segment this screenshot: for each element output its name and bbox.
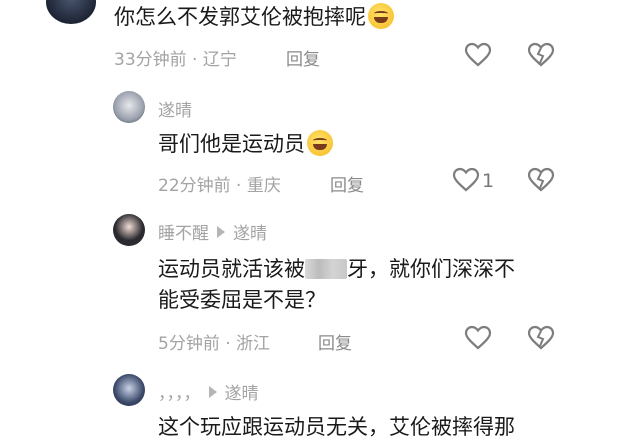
author-link[interactable]: 睡不醒 — [158, 224, 209, 244]
comment-meta: 33分钟前 · 辽宁 — [114, 50, 237, 70]
reply-arrow-icon — [208, 386, 217, 398]
avatar[interactable] — [46, 0, 96, 24]
heart-icon[interactable] — [464, 325, 492, 351]
author-name[interactable]: 遂晴 — [158, 96, 192, 121]
comment-text: 你怎么不发郭艾伦被抱摔呢 — [114, 2, 394, 32]
author-name: ，，，， 遂晴 — [158, 379, 259, 404]
author-name: 睡不醒 遂晴 — [158, 219, 267, 244]
avatar[interactable] — [113, 214, 145, 246]
reply-to-name[interactable]: 遂晴 — [225, 384, 259, 404]
reply-button[interactable]: 回复 — [286, 45, 320, 70]
comment-meta: 5分钟前 · 浙江 — [158, 334, 271, 354]
broken-heart-icon[interactable] — [527, 167, 555, 193]
reply-button[interactable]: 回复 — [318, 329, 352, 354]
heart-icon[interactable] — [452, 167, 480, 193]
comment-text-line2: 能受委屈是不是？ — [158, 288, 326, 312]
avatar[interactable] — [113, 374, 145, 406]
reply-button[interactable]: 回复 — [330, 171, 364, 196]
author-link[interactable]: ，，，， — [158, 384, 201, 404]
broken-heart-icon[interactable] — [527, 325, 555, 351]
comment-text: 运动员就活该被 牙，就你们深深不 — [158, 257, 515, 281]
comment-meta: 22分钟前 · 重庆 — [158, 176, 281, 196]
heart-icon[interactable] — [464, 42, 492, 68]
reply-to-name[interactable]: 遂晴 — [233, 224, 267, 244]
comment-text: 哥们他是运动员 — [158, 129, 333, 159]
laughing-emoji-icon — [368, 3, 394, 29]
reply-arrow-icon — [217, 226, 225, 238]
comment-text: 这个玩应跟运动员无关，艾伦被摔得那 — [158, 415, 515, 439]
avatar[interactable] — [113, 91, 145, 123]
broken-heart-icon[interactable] — [527, 42, 555, 68]
grinning-emoji-icon — [307, 130, 333, 156]
censored-blur — [305, 259, 347, 279]
like-count: 1 — [482, 170, 495, 192]
